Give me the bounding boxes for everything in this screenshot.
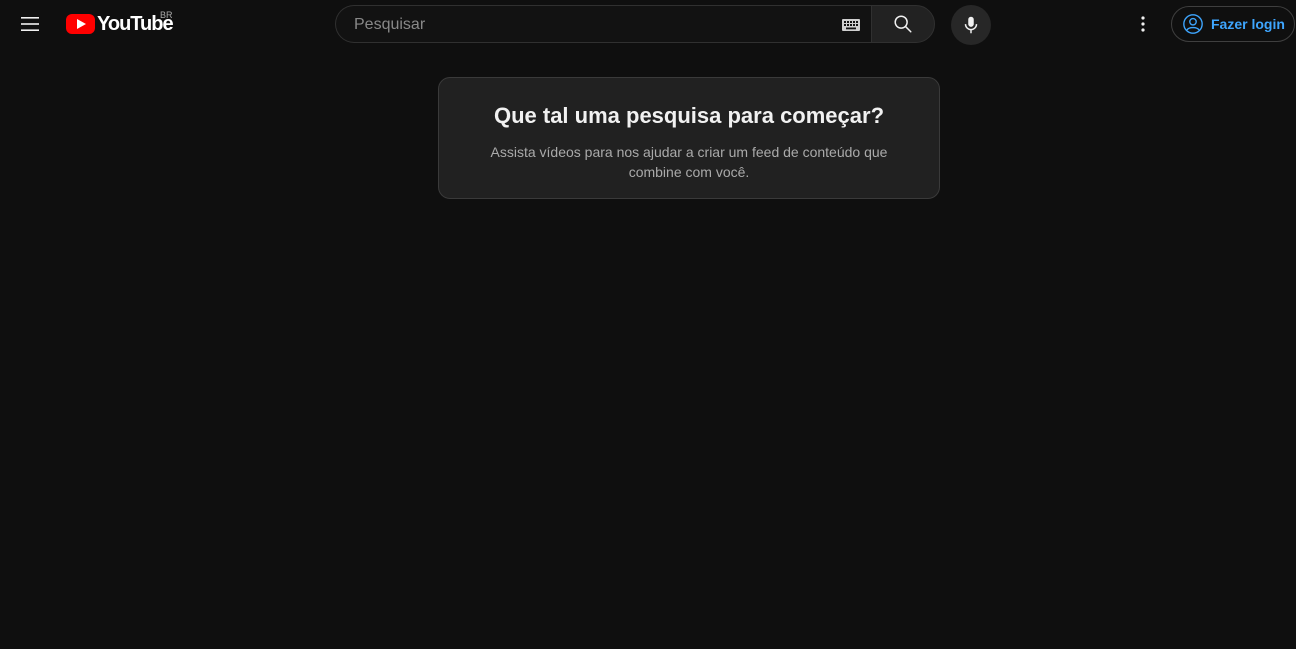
account-circle-icon (1183, 14, 1203, 34)
voice-search-button[interactable] (951, 5, 991, 45)
menu-icon (21, 17, 39, 31)
sign-in-label: Fazer login (1211, 16, 1285, 32)
youtube-logo-icon (66, 14, 95, 34)
prompt-title: Que tal uma pesquisa para começar? (493, 103, 885, 128)
top-bar: YouTube BR Pesquisar Fazer login (0, 0, 1296, 48)
search-prompt-card: Que tal uma pesquisa para começar? Assis… (438, 77, 940, 199)
menu-button[interactable] (14, 8, 46, 40)
prompt-text: Assista vídeos para nos ajudar a criar u… (490, 144, 888, 180)
more-vert-icon (1141, 16, 1145, 32)
region-code: BR (160, 10, 173, 20)
search-button[interactable] (871, 5, 935, 43)
mic-icon (964, 16, 978, 34)
youtube-logo[interactable]: YouTube (66, 12, 174, 36)
search-input[interactable] (352, 6, 826, 44)
search-icon (894, 15, 912, 33)
settings-more-button[interactable] (1127, 8, 1159, 40)
search-box (335, 5, 871, 44)
keyboard-icon[interactable] (842, 19, 860, 31)
sign-in-button[interactable]: Fazer login (1171, 6, 1295, 42)
